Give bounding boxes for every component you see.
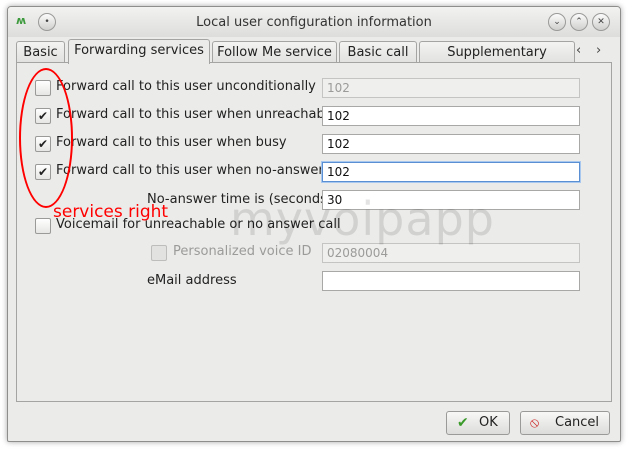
cancel-button-label: Cancel [555, 415, 600, 430]
email-label: eMail address [147, 273, 237, 288]
ok-button-label: OK [479, 415, 498, 430]
cancel-icon: ⦸ [530, 415, 540, 431]
voicemail-checkbox[interactable] [35, 218, 51, 234]
forward-unreachable-input[interactable]: 102 [322, 106, 580, 126]
forward-busy-label: Forward call to this user when busy [56, 135, 287, 150]
close-button[interactable]: ✕ [592, 13, 610, 31]
personalized-voice-checkbox[interactable] [151, 245, 167, 261]
forward-unconditional-label: Forward call to this user unconditionall… [56, 79, 316, 94]
watermark: myvoipapp [230, 192, 495, 246]
cancel-button[interactable]: ⦸ Cancel [520, 411, 610, 435]
forward-no-answer-label: Forward call to this user when no-answer [56, 163, 324, 178]
window-title: Local user configuration information [196, 15, 432, 30]
forward-unconditional-input[interactable]: 102 [322, 78, 580, 98]
ok-button[interactable]: ✔ OK [446, 411, 510, 435]
annotation-text: services right [53, 202, 169, 222]
minimize-button[interactable]: ⌄ [548, 13, 566, 31]
tab-supplementary-services[interactable]: Supplementary services [419, 41, 575, 81]
email-input[interactable] [322, 271, 580, 291]
title-bar: ʍ • Local user configuration information… [8, 7, 620, 37]
forward-unreachable-label: Forward call to this user when unreachab… [56, 107, 337, 122]
personalized-voice-input[interactable]: 02080004 [322, 243, 580, 263]
checkmark-icon: ✔ [457, 415, 469, 431]
maximize-button[interactable]: ⌃ [570, 13, 588, 31]
annotation-ellipse [19, 68, 73, 208]
tab-basic[interactable]: Basic [16, 41, 65, 63]
tab-forwarding-services[interactable]: Forwarding services [68, 39, 210, 64]
forward-busy-input[interactable]: 102 [322, 134, 580, 154]
tab-basic-call[interactable]: Basic call [339, 41, 417, 63]
personalized-voice-label: Personalized voice ID [173, 244, 312, 259]
tab-scroll-right-icon[interactable]: › [596, 43, 601, 58]
tab-scroll-left-icon[interactable]: ‹ [576, 43, 581, 58]
tab-follow-me-service[interactable]: Follow Me service [212, 41, 337, 63]
forward-no-answer-input[interactable]: 102 [322, 162, 580, 182]
